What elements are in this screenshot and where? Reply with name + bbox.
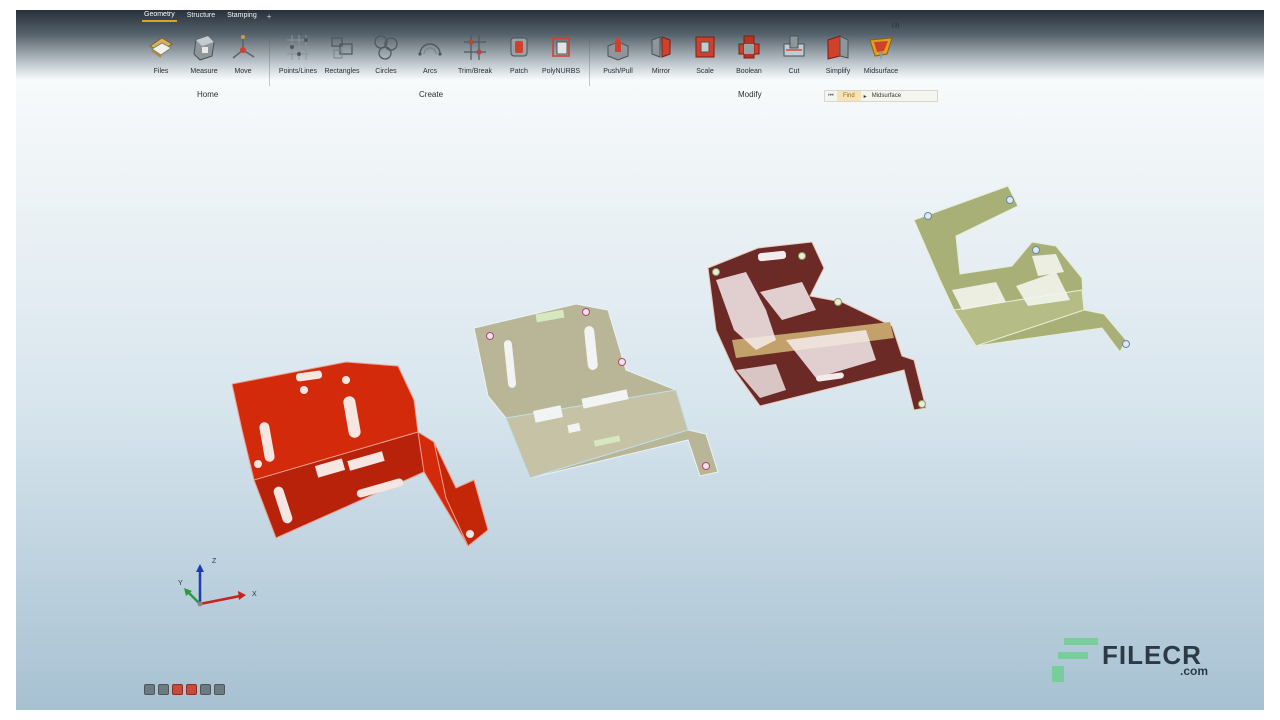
filecr-logo-icon xyxy=(1052,638,1098,682)
part-maroon-bracket[interactable] xyxy=(707,241,927,411)
axis-triad-icon xyxy=(184,564,246,607)
part-green-bracket[interactable] xyxy=(913,185,1130,353)
zoom-icon[interactable] xyxy=(200,684,211,695)
axis-z-label: Z xyxy=(212,558,217,565)
watermark-domain: .com xyxy=(1180,664,1209,678)
axis-y-label: Y xyxy=(178,580,183,587)
part-khaki-bracket[interactable] xyxy=(473,303,719,479)
view-shaded-icon[interactable] xyxy=(186,684,197,695)
view-iso-icon[interactable] xyxy=(144,684,155,695)
view-toolbar xyxy=(144,684,225,695)
watermark: FILECR .com xyxy=(1046,628,1216,688)
view-section-icon[interactable] xyxy=(172,684,183,695)
axis-triad: Z X Y xyxy=(176,558,266,618)
view-front-icon[interactable] xyxy=(158,684,169,695)
axis-x-label: X xyxy=(252,591,257,598)
fit-view-icon[interactable] xyxy=(214,684,225,695)
part-red-bracket[interactable] xyxy=(231,361,489,547)
application-window: Geometry Structure Stamping + Files Meas… xyxy=(16,10,1264,710)
